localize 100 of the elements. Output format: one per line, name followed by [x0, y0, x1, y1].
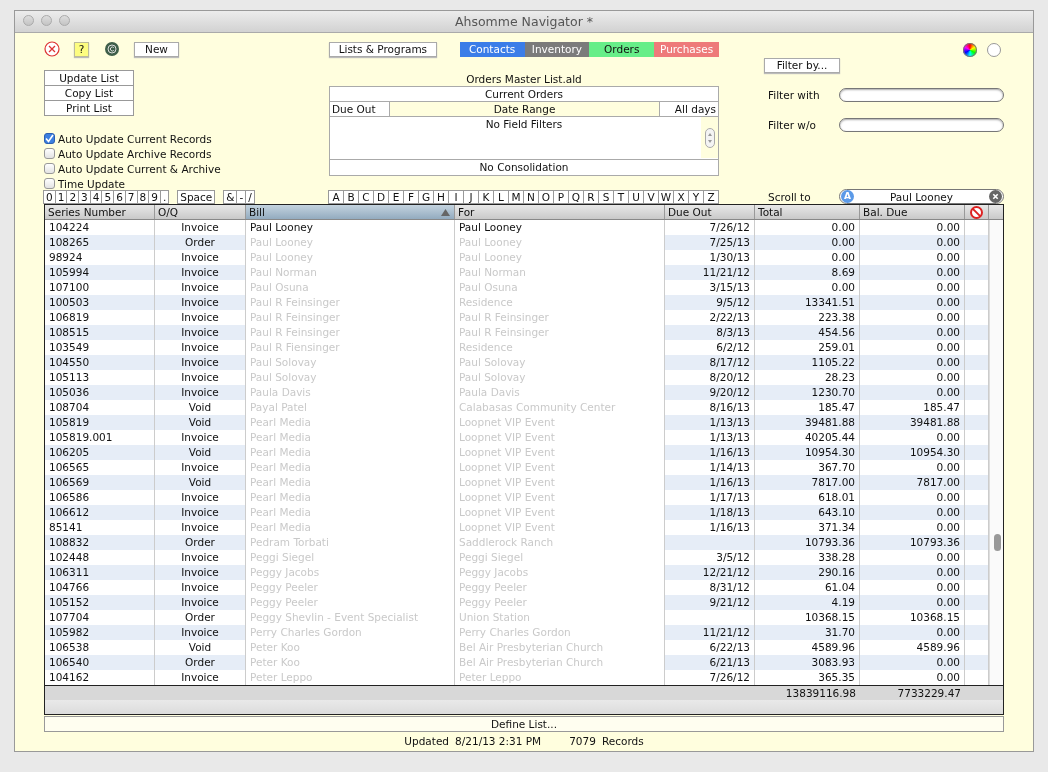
scroll-to-field[interactable]: A Paul Looney [839, 189, 1004, 204]
index-key[interactable]: E [388, 189, 404, 204]
index-key[interactable]: P [553, 189, 569, 204]
window-minimize-button[interactable] [41, 15, 52, 26]
table-cell: 9/5/12 [665, 295, 755, 310]
index-key[interactable]: R [583, 189, 599, 204]
close-icon[interactable] [44, 41, 60, 57]
index-key[interactable]: Y [688, 189, 704, 204]
help-button[interactable]: ? [74, 41, 89, 57]
index-key[interactable]: Q [568, 189, 584, 204]
column-header[interactable]: For [455, 205, 665, 219]
table-cell: 0.00 [860, 325, 965, 340]
index-key[interactable]: I [448, 189, 464, 204]
checkbox[interactable] [44, 133, 55, 144]
index-key[interactable]: - [236, 189, 247, 204]
index-key[interactable]: H [433, 189, 449, 204]
table-cell: 0.00 [860, 295, 965, 310]
window-close-button[interactable] [23, 15, 34, 26]
table-cell: 106540 [45, 655, 155, 670]
list-action-button[interactable]: Copy List [44, 85, 134, 101]
checkbox-label: Auto Update Current Records [58, 132, 212, 145]
index-key[interactable]: K [478, 189, 494, 204]
column-header[interactable]: Due Out [665, 205, 755, 219]
table-cell: 0.00 [860, 595, 965, 610]
table-cell: 1230.70 [755, 385, 860, 400]
index-key[interactable]: M [508, 189, 524, 204]
index-key[interactable]: X [673, 189, 689, 204]
index-key[interactable]: G [418, 189, 434, 204]
module-tab[interactable]: Inventory [524, 41, 590, 57]
table-cell: 1/18/13 [665, 505, 755, 520]
index-key[interactable]: A [328, 189, 344, 204]
index-key[interactable]: 6 [113, 189, 126, 204]
index-key[interactable]: 9 [148, 189, 161, 204]
module-tab[interactable]: Contacts [459, 41, 525, 57]
sort-arrow-icon[interactable] [441, 208, 450, 216]
index-key[interactable]: T [613, 189, 629, 204]
date-range-value[interactable]: All days [660, 102, 718, 116]
index-key[interactable]: . [159, 189, 170, 204]
table-cell: 105982 [45, 625, 155, 640]
index-key[interactable]: N [523, 189, 539, 204]
table-cell: 10793.36 [755, 535, 860, 550]
index-key[interactable]: / [245, 189, 255, 204]
lists-programs-button[interactable]: Lists & Programs [329, 41, 437, 57]
list-action-button[interactable]: Update List [44, 70, 134, 86]
index-key[interactable]: L [493, 189, 509, 204]
index-key[interactable]: U [628, 189, 644, 204]
filter-without-field[interactable] [839, 118, 1004, 132]
filter-with-field[interactable] [839, 88, 1004, 102]
table-cell: 100503 [45, 295, 155, 310]
table-cell: 39481.88 [860, 415, 965, 430]
color-wheel-icon[interactable] [963, 43, 977, 57]
circle-icon[interactable] [987, 43, 1001, 57]
table-cell: 1105.22 [755, 355, 860, 370]
table-cell: 0.00 [860, 265, 965, 280]
stepper-icon[interactable] [704, 127, 715, 148]
table-cell: 0.00 [860, 385, 965, 400]
checkbox-label: Auto Update Archive Records [58, 147, 212, 160]
index-key[interactable]: W [658, 189, 674, 204]
index-key[interactable]: 3 [78, 189, 91, 204]
table-cell: 106311 [45, 565, 155, 580]
module-tab[interactable]: Orders [589, 41, 655, 57]
clear-icon[interactable] [989, 190, 1002, 203]
table-cell: 3083.93 [755, 655, 860, 670]
index-key[interactable]: Space [177, 189, 216, 204]
index-key[interactable]: J [463, 189, 479, 204]
no-entry-icon[interactable] [970, 205, 983, 219]
index-key[interactable]: B [343, 189, 359, 204]
filter-by-button[interactable]: Filter by... [764, 58, 840, 73]
records-label: Records [601, 734, 644, 748]
table-cell: 106205 [45, 445, 155, 460]
scrollbar-thumb[interactable] [994, 534, 1001, 551]
define-list-button[interactable]: Define List... [44, 716, 1004, 732]
column-header[interactable]: Bill [246, 205, 455, 219]
list-action-button[interactable]: Print List [44, 100, 134, 116]
table-cell: 106569 [45, 475, 155, 490]
index-key[interactable]: 0 [43, 189, 56, 204]
index-key[interactable]: D [373, 189, 389, 204]
table-cell: 643.10 [755, 505, 860, 520]
table-cell: 31.70 [755, 625, 860, 640]
table-cell: 1/16/13 [665, 475, 755, 490]
copyright-icon[interactable] [104, 41, 120, 57]
index-key[interactable]: V [643, 189, 659, 204]
column-header[interactable]: Total [755, 205, 860, 219]
index-key[interactable]: F [403, 189, 419, 204]
list-file-name: Orders Master List.ald [465, 73, 583, 85]
checkbox[interactable] [44, 178, 55, 189]
window-zoom-button[interactable] [59, 15, 70, 26]
table-cell: 7817.00 [755, 475, 860, 490]
new-button[interactable]: New [134, 41, 179, 57]
table-cell: 454.56 [755, 325, 860, 340]
checkbox[interactable] [44, 148, 55, 159]
index-key[interactable]: S [598, 189, 614, 204]
index-key[interactable]: O [538, 189, 554, 204]
table-cell: 39481.88 [755, 415, 860, 430]
column-header[interactable]: Bal. Due [860, 205, 965, 219]
column-header[interactable]: Series Number [45, 205, 155, 219]
index-key[interactable]: & [223, 189, 238, 204]
index-key[interactable]: C [358, 189, 374, 204]
index-key[interactable]: Z [703, 189, 719, 204]
checkbox[interactable] [44, 163, 55, 174]
